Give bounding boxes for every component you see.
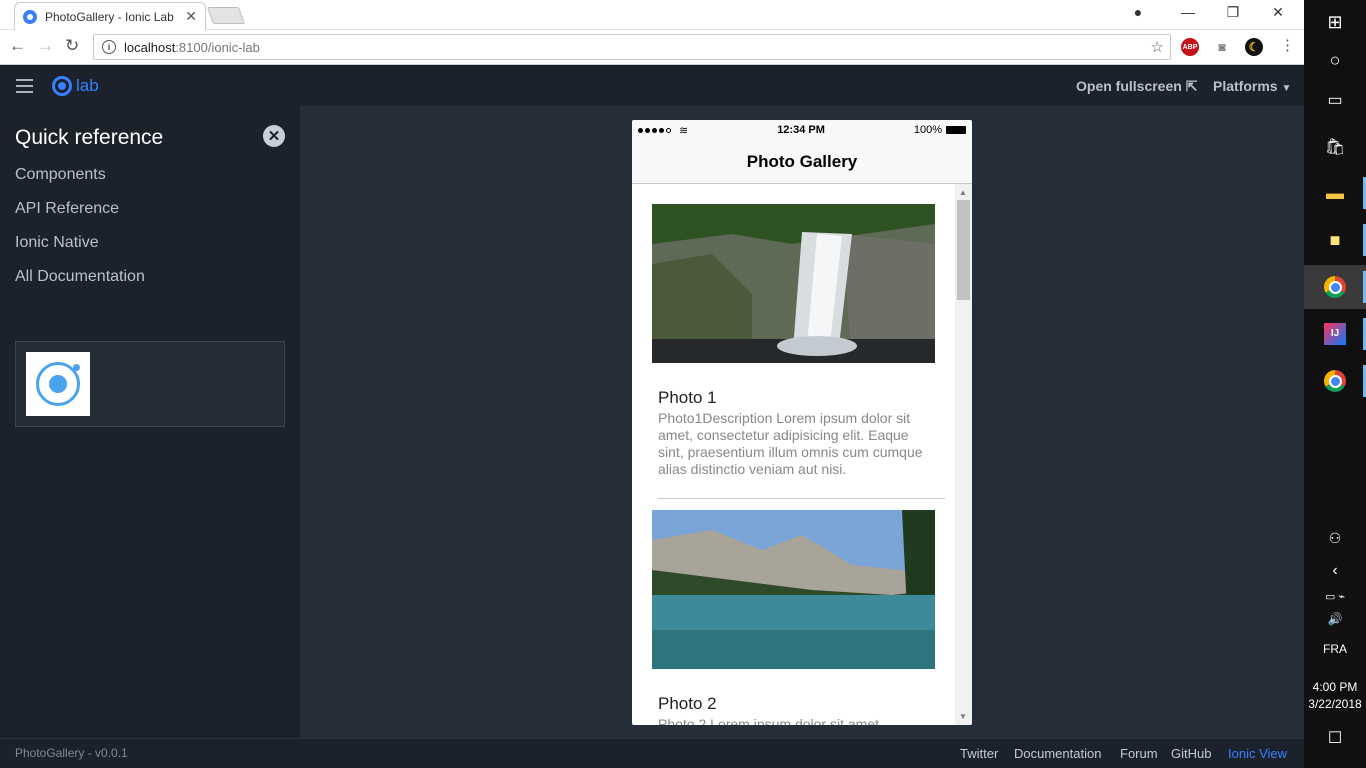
tab-strip: PhotoGallery - Ionic Lab ✕ ● — ❐ ✕ bbox=[0, 0, 1304, 30]
folder-icon: ▬ bbox=[1326, 182, 1344, 203]
footer-link-documentation[interactable]: Documentation bbox=[1014, 746, 1101, 761]
chrome-menu-icon[interactable]: ⋮ bbox=[1280, 36, 1295, 54]
minimize-icon[interactable]: — bbox=[1178, 4, 1198, 20]
chevron-down-icon: ▼ bbox=[1281, 83, 1292, 94]
moon-extension-icon[interactable]: ☾ bbox=[1245, 38, 1263, 56]
browser-window: PhotoGallery - Ionic Lab ✕ ● — ❐ ✕ ← → ↻… bbox=[0, 0, 1304, 768]
sidebar-link-components[interactable]: Components bbox=[15, 166, 106, 184]
cortana-icon: ○ bbox=[1329, 49, 1341, 70]
scroll-up-icon[interactable]: ▲ bbox=[959, 188, 967, 197]
item-divider bbox=[658, 498, 945, 499]
app-navbar: Photo Gallery bbox=[632, 140, 972, 184]
chrome-icon bbox=[1324, 370, 1346, 392]
footer-link-twitter[interactable]: Twitter bbox=[960, 746, 998, 761]
photo-title: Photo 2 bbox=[658, 694, 717, 713]
profile-icon[interactable]: ● bbox=[1128, 4, 1148, 20]
status-time: 12:34 PM bbox=[777, 124, 825, 136]
ionic-lab-logo: lab bbox=[52, 76, 99, 96]
external-link-icon: ⇱ bbox=[1185, 78, 1198, 94]
sticky-notes-button[interactable]: ■ bbox=[1304, 218, 1366, 262]
footer-link-forum[interactable]: Forum bbox=[1120, 746, 1158, 761]
close-window-icon[interactable]: ✕ bbox=[1268, 4, 1288, 21]
ionic-view-card[interactable] bbox=[15, 341, 285, 427]
ionic-logo-icon bbox=[52, 76, 72, 96]
photo-description: Photo1Description Lorem ipsum dolor sit … bbox=[658, 410, 923, 477]
close-sidebar-icon[interactable]: ✕ bbox=[263, 125, 285, 147]
lab-footer: PhotoGallery - v0.0.1 Twitter Documentat… bbox=[0, 738, 1304, 768]
ios-status-bar: ≋ 12:34 PM 100% bbox=[632, 120, 972, 140]
url-host: localhost bbox=[124, 39, 176, 55]
browser-tab[interactable]: PhotoGallery - Ionic Lab ✕ bbox=[14, 2, 206, 30]
sidebar-link-all-documentation[interactable]: All Documentation bbox=[15, 268, 145, 286]
scrollbar[interactable]: ▲ ▼ bbox=[955, 184, 972, 725]
photo-list[interactable]: Photo 1 Photo1Description Lorem ipsum do… bbox=[632, 184, 972, 725]
logo-text: lab bbox=[76, 76, 99, 95]
restore-icon[interactable]: ❐ bbox=[1223, 4, 1243, 21]
windows-icon: ⊞ bbox=[1327, 11, 1343, 32]
file-explorer-button[interactable]: ▬ bbox=[1304, 171, 1366, 215]
signal-icon: ≋ bbox=[638, 124, 688, 137]
battery-percent: 100% bbox=[913, 124, 942, 136]
camera-extension-icon[interactable]: ◙ bbox=[1213, 38, 1231, 56]
mountain-lake-photo[interactable] bbox=[652, 510, 935, 669]
store-icon: 🛍 bbox=[1324, 139, 1346, 156]
app-title: Photo Gallery bbox=[746, 151, 858, 171]
windows-taskbar: ⊞ ○ ▭ 🛍 ▬ ■ IJ ⚇ ‹ ▭ ⌁ 🔊 FRA 4:00 PM 3/2… bbox=[1304, 0, 1366, 768]
platforms-dropdown[interactable]: Platforms ▼ bbox=[1213, 78, 1291, 94]
url-path: :8100/ionic-lab bbox=[175, 39, 260, 55]
battery-icon bbox=[946, 126, 966, 134]
show-hidden-icons-icon[interactable]: ‹ bbox=[1304, 562, 1366, 580]
open-fullscreen-button[interactable]: Open fullscreen ⇱ bbox=[1076, 78, 1197, 95]
people-icon[interactable]: ⚇ bbox=[1304, 530, 1366, 547]
wifi-icon: ≋ bbox=[679, 124, 689, 137]
task-view-button[interactable]: ▭ bbox=[1304, 78, 1366, 122]
scrollbar-thumb[interactable] bbox=[957, 200, 970, 300]
photo-description: Photo 2 Lorem ipsum dolor sit amet bbox=[658, 716, 879, 725]
bookmark-star-icon[interactable]: ☆ bbox=[1151, 38, 1164, 56]
cortana-button[interactable]: ○ bbox=[1304, 38, 1366, 82]
photo-title: Photo 1 bbox=[658, 388, 717, 407]
input-language[interactable]: FRA bbox=[1304, 642, 1366, 656]
browser-toolbar: ← → ↻ i localhost:8100/ionic-lab ☆ ABP ◙… bbox=[0, 30, 1304, 65]
scroll-down-icon[interactable]: ▼ bbox=[959, 712, 967, 721]
sidebar-link-ionic-native[interactable]: Ionic Native bbox=[15, 234, 99, 252]
intellij-taskbar-button[interactable]: IJ bbox=[1304, 312, 1366, 356]
preview-stage: ≋ 12:34 PM 100% Photo Gallery Photo 1 Ph… bbox=[300, 106, 1304, 738]
ionic-app-icon bbox=[26, 352, 90, 416]
reload-icon[interactable]: ↻ bbox=[65, 36, 79, 56]
action-center-icon[interactable]: ☐ bbox=[1304, 728, 1366, 748]
task-view-icon: ▭ bbox=[1327, 92, 1343, 109]
footer-link-github[interactable]: GitHub bbox=[1171, 746, 1211, 761]
waterfall-photo[interactable] bbox=[652, 204, 935, 363]
chrome-icon bbox=[1324, 276, 1346, 298]
back-icon[interactable]: ← bbox=[9, 36, 26, 56]
clock-time[interactable]: 4:00 PM bbox=[1304, 680, 1366, 694]
lab-header: lab Open fullscreen ⇱ Platforms ▼ bbox=[0, 66, 1304, 106]
phone-preview: ≋ 12:34 PM 100% Photo Gallery Photo 1 Ph… bbox=[632, 120, 972, 725]
forward-icon[interactable]: → bbox=[37, 36, 54, 56]
info-icon[interactable]: i bbox=[102, 40, 116, 54]
footer-link-ionic-view[interactable]: Ionic View bbox=[1228, 746, 1287, 761]
close-tab-icon[interactable]: ✕ bbox=[185, 8, 197, 25]
adblock-extension-icon[interactable]: ABP bbox=[1181, 38, 1199, 56]
store-button[interactable]: 🛍 bbox=[1304, 125, 1366, 169]
app-version: PhotoGallery - v0.0.1 bbox=[15, 746, 128, 760]
volume-icon[interactable]: 🔊 bbox=[1304, 612, 1366, 626]
chrome-taskbar-button[interactable] bbox=[1304, 265, 1366, 309]
quick-reference-sidebar: Quick reference ✕ Components API Referen… bbox=[0, 106, 300, 738]
intellij-icon: IJ bbox=[1324, 323, 1346, 345]
platforms-label: Platforms bbox=[1213, 78, 1278, 94]
sidebar-title: Quick reference bbox=[15, 126, 164, 149]
new-tab-button[interactable] bbox=[206, 7, 246, 24]
tab-title: PhotoGallery - Ionic Lab bbox=[45, 9, 174, 24]
battery-network-icon[interactable]: ▭ ⌁ bbox=[1304, 590, 1366, 603]
ionic-favicon-icon bbox=[23, 9, 37, 24]
sidebar-link-api-reference[interactable]: API Reference bbox=[15, 200, 119, 218]
chrome-taskbar-button-2[interactable] bbox=[1304, 359, 1366, 403]
clock-date[interactable]: 3/22/2018 bbox=[1304, 697, 1366, 711]
address-bar[interactable]: i localhost:8100/ionic-lab ☆ bbox=[93, 34, 1171, 60]
sticky-notes-icon: ■ bbox=[1329, 229, 1341, 250]
menu-icon[interactable] bbox=[16, 79, 33, 93]
open-fullscreen-label: Open fullscreen bbox=[1076, 78, 1182, 94]
